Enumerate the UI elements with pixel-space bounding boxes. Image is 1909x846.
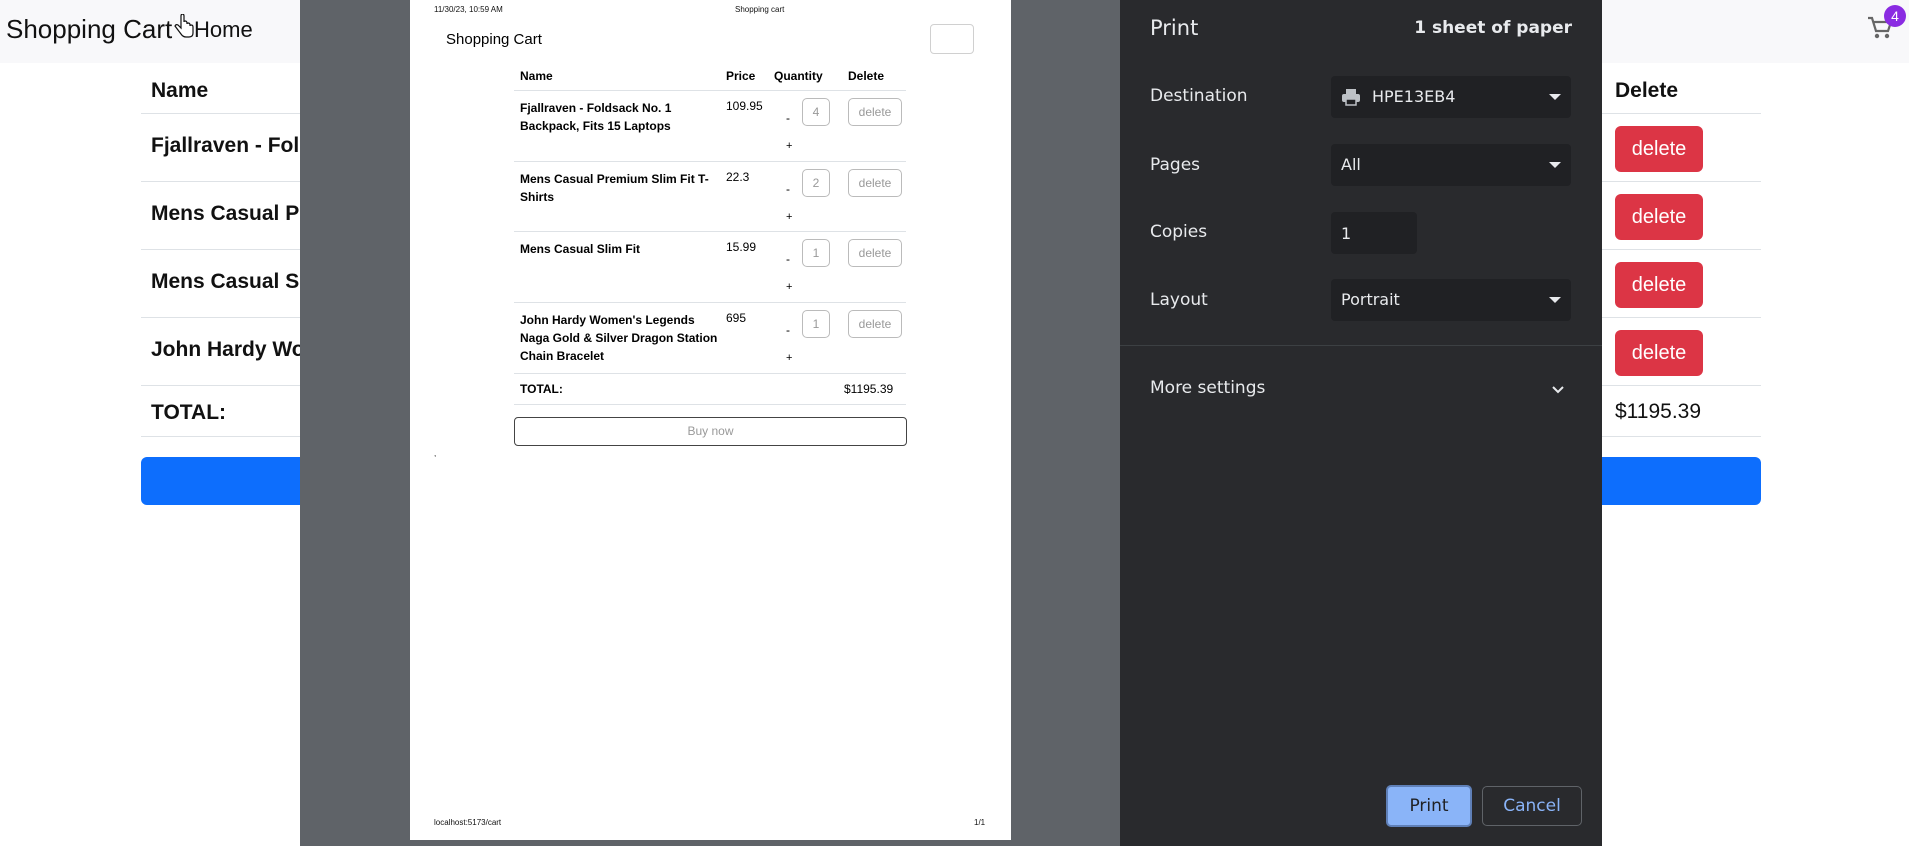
delete-button[interactable]: delete bbox=[1615, 262, 1703, 308]
print-title: Print bbox=[1150, 16, 1199, 40]
preview-qty-value: 2 bbox=[802, 169, 830, 197]
preview-item-name: John Hardy Women's Legends Naga Gold & S… bbox=[520, 313, 718, 363]
destination-value: HPE13EB4 bbox=[1372, 87, 1456, 106]
item-name: John Hardy Wor bbox=[151, 338, 313, 361]
layout-select[interactable]: Portrait bbox=[1331, 279, 1571, 321]
destination-label: Destination bbox=[1150, 86, 1248, 106]
preview-footer-url: localhost:5173/cart bbox=[434, 818, 502, 827]
preview-qty-minus: - bbox=[786, 111, 790, 125]
layout-label: Layout bbox=[1150, 290, 1208, 310]
preview-item-name: Fjallraven - Foldsack No. 1 Backpack, Fi… bbox=[520, 101, 672, 133]
settings-divider bbox=[1120, 345, 1602, 346]
cart-count-badge: 4 bbox=[1884, 5, 1906, 27]
preview-delete-button: delete bbox=[848, 239, 902, 267]
preview-qty-minus: - bbox=[786, 252, 790, 266]
preview-qty-value: 1 bbox=[802, 239, 830, 267]
preview-qty-minus: - bbox=[786, 182, 790, 196]
preview-total-label: TOTAL: bbox=[520, 382, 563, 396]
preview-qty-value: 1 bbox=[802, 310, 830, 338]
preview-row: Fjallraven - Foldsack No. 1 Backpack, Fi… bbox=[514, 90, 906, 161]
preview-row: Mens Casual Slim Fit 15.99 - 1 + delete bbox=[514, 231, 906, 302]
print-preview-area: 11/30/23, 10:59 AM Shopping cart Shoppin… bbox=[300, 0, 1120, 846]
preview-cart-box bbox=[930, 24, 974, 54]
preview-item-price: 22.3 bbox=[726, 170, 750, 184]
print-settings-panel: Print 1 sheet of paper Destination HPE13… bbox=[1120, 0, 1602, 846]
preview-delete-button: delete bbox=[848, 310, 902, 338]
preview-header-title: Shopping cart bbox=[735, 5, 785, 14]
preview-row: John Hardy Women's Legends Naga Gold & S… bbox=[514, 302, 906, 373]
preview-page: 11/30/23, 10:59 AM Shopping cart Shoppin… bbox=[410, 0, 1011, 840]
pages-select[interactable]: All bbox=[1331, 144, 1571, 186]
preview-delete-button: delete bbox=[848, 169, 902, 197]
more-settings-toggle[interactable]: More settings bbox=[1150, 378, 1265, 398]
print-button[interactable]: Print bbox=[1386, 785, 1472, 827]
home-link[interactable]: Home bbox=[194, 17, 253, 43]
pages-value: All bbox=[1341, 155, 1361, 174]
sheet-count: 1 sheet of paper bbox=[1414, 18, 1572, 38]
preview-item-price: 15.99 bbox=[726, 240, 757, 254]
preview-total-row: TOTAL: $1195.39 bbox=[514, 373, 906, 405]
preview-total-value: $1195.39 bbox=[844, 382, 894, 396]
copies-input[interactable] bbox=[1331, 212, 1417, 254]
preview-qty-plus: + bbox=[786, 211, 793, 223]
preview-header-delete: Delete bbox=[848, 69, 885, 83]
preview-item-name: Mens Casual Slim Fit bbox=[520, 242, 641, 256]
preview-footer-page: 1/1 bbox=[974, 818, 986, 827]
preview-item-price: 695 bbox=[726, 311, 747, 325]
printer-icon bbox=[1342, 89, 1360, 106]
preview-qty-minus: - bbox=[786, 323, 790, 337]
preview-stray-mark: , bbox=[434, 449, 437, 458]
preview-page-title: Shopping Cart bbox=[446, 31, 542, 48]
preview-row: Mens Casual Premium Slim Fit T-Shirts 22… bbox=[514, 161, 906, 231]
copies-label: Copies bbox=[1150, 222, 1208, 242]
column-header-name: Name bbox=[151, 79, 209, 102]
delete-button[interactable]: delete bbox=[1615, 330, 1703, 376]
caret-down-icon bbox=[1549, 297, 1561, 303]
preview-header-price: Price bbox=[726, 69, 756, 83]
layout-value: Portrait bbox=[1341, 290, 1400, 309]
cursor-hand-icon bbox=[174, 14, 194, 38]
print-dialog: 11/30/23, 10:59 AM Shopping cart Shoppin… bbox=[300, 0, 1602, 846]
chevron-down-icon[interactable] bbox=[1550, 382, 1566, 398]
cancel-button[interactable]: Cancel bbox=[1482, 786, 1582, 826]
preview-qty-plus: + bbox=[786, 281, 793, 293]
preview-item-name: Mens Casual Premium Slim Fit T-Shirts bbox=[520, 172, 709, 204]
preview-delete-button: delete bbox=[848, 98, 902, 126]
preview-header-date: 11/30/23, 10:59 AM bbox=[434, 5, 503, 14]
preview-qty-value: 4 bbox=[802, 98, 830, 126]
item-name: Mens Casual Slir bbox=[151, 270, 320, 293]
caret-down-icon bbox=[1549, 94, 1561, 100]
preview-qty-plus: + bbox=[786, 352, 793, 364]
delete-button[interactable]: delete bbox=[1615, 126, 1703, 172]
caret-down-icon bbox=[1549, 162, 1561, 168]
item-name: Mens Casual Pre bbox=[151, 202, 320, 225]
preview-buy-now-button: Buy now bbox=[514, 417, 907, 446]
brand-title[interactable]: Shopping Cart bbox=[6, 14, 172, 45]
preview-item-price: 109.95 bbox=[726, 99, 763, 113]
preview-header-quantity: Quantity bbox=[774, 69, 823, 83]
preview-header-name: Name bbox=[520, 69, 553, 83]
column-header-delete: Delete bbox=[1615, 79, 1679, 102]
total-value: $1195.39 bbox=[1615, 400, 1702, 423]
total-label: TOTAL: bbox=[151, 401, 227, 424]
pages-label: Pages bbox=[1150, 155, 1201, 175]
item-name: Fjallraven - Fold bbox=[151, 134, 313, 157]
preview-qty-plus: + bbox=[786, 140, 793, 152]
destination-select[interactable]: HPE13EB4 bbox=[1331, 76, 1571, 118]
delete-button[interactable]: delete bbox=[1615, 194, 1703, 240]
